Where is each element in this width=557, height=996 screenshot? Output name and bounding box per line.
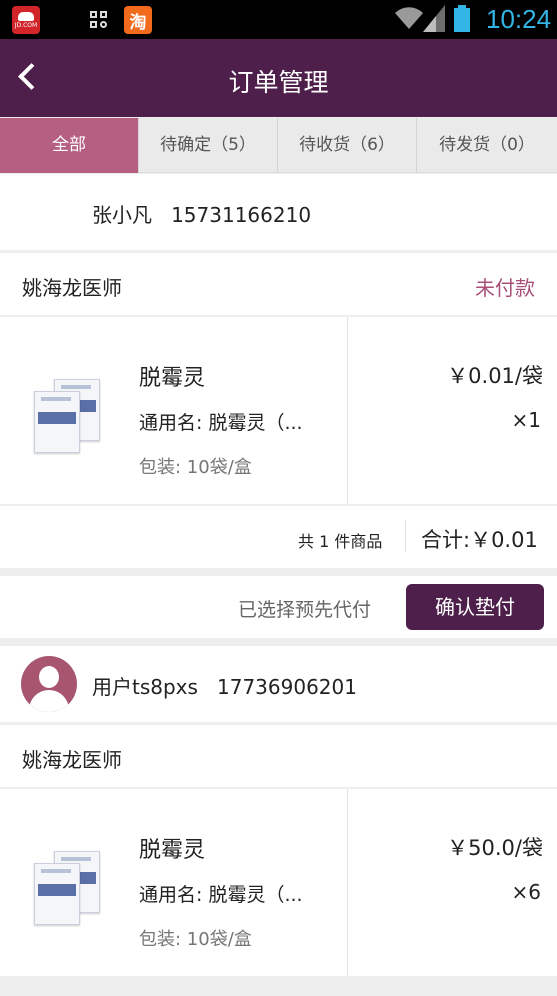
order-user-row: 张小凡 15731166210 [0,174,557,250]
product-image [34,851,104,927]
prepay-status-label: 已选择预先代付 [238,599,372,621]
product-name: 脱霉灵 [139,838,206,863]
jd-app-icon: JD.COM [12,6,40,34]
battery-icon [454,5,470,32]
wifi-icon [395,7,423,29]
product-name: 脱霉灵 [139,366,206,391]
signal-icon [423,5,445,32]
order-user-row: 用户ts8pxs 17736906201 [0,646,557,722]
product-price: ￥0.01/袋 [447,364,543,388]
status-bar: JD.COM 淘 10:24 [0,0,557,39]
user-info: 张小凡 15731166210 [92,203,312,227]
order-tabs: 全部 待确定（5） 待收货（6） 待发货（0） [0,118,557,173]
confirm-advance-payment-button[interactable]: 确认垫付 [406,584,544,630]
item-count: 共 1 件商品 [298,532,383,551]
app-header: 订单管理 [0,39,557,117]
grid-app-icon [90,11,108,29]
order-doctor-row: 姚海龙医师 未付款 [0,253,557,315]
status-time: 10:24 [486,4,552,34]
product-package: 包装: 10袋/盒 [139,929,252,950]
tab-all[interactable]: 全部 [0,118,139,173]
page-title: 订单管理 [228,68,329,97]
doctor-name: 姚海龙医师 [22,748,122,772]
product-quantity: ×6 [511,880,541,904]
product-row[interactable]: 脱霉灵 通用名: 脱霉灵（... 包装: 10袋/盒 ￥0.01/袋 ×1 [0,317,557,504]
product-generic-name: 通用名: 脱霉灵（... [139,884,303,906]
user-info: 用户ts8pxs 17736906201 [92,675,357,699]
product-price: ￥50.0/袋 [447,836,543,860]
taobao-app-icon: 淘 [124,6,152,34]
order-total: 合计:￥0.01 [421,528,538,552]
product-image [34,379,104,455]
avatar [21,656,77,712]
doctor-name: 姚海龙医师 [22,276,122,300]
product-row[interactable]: 脱霉灵 通用名: 脱霉灵（... 包装: 10袋/盒 ￥50.0/袋 ×6 [0,789,557,976]
tab-pending-confirm[interactable]: 待确定（5） [139,118,278,173]
product-quantity: ×1 [511,408,541,432]
order-doctor-row: 姚海龙医师 [0,725,557,787]
status-badge: 未付款 [475,276,535,300]
tab-pending-ship[interactable]: 待发货（0） [417,118,557,173]
divider [347,317,348,504]
order-summary-row: 共 1 件商品 合计:￥0.01 [0,506,557,568]
product-generic-name: 通用名: 脱霉灵（... [139,412,303,434]
product-package: 包装: 10袋/盒 [139,457,252,478]
divider [405,520,406,552]
order-action-row: 已选择预先代付 确认垫付 [0,576,557,638]
tab-pending-receive[interactable]: 待收货（6） [278,118,417,173]
divider [347,789,348,976]
